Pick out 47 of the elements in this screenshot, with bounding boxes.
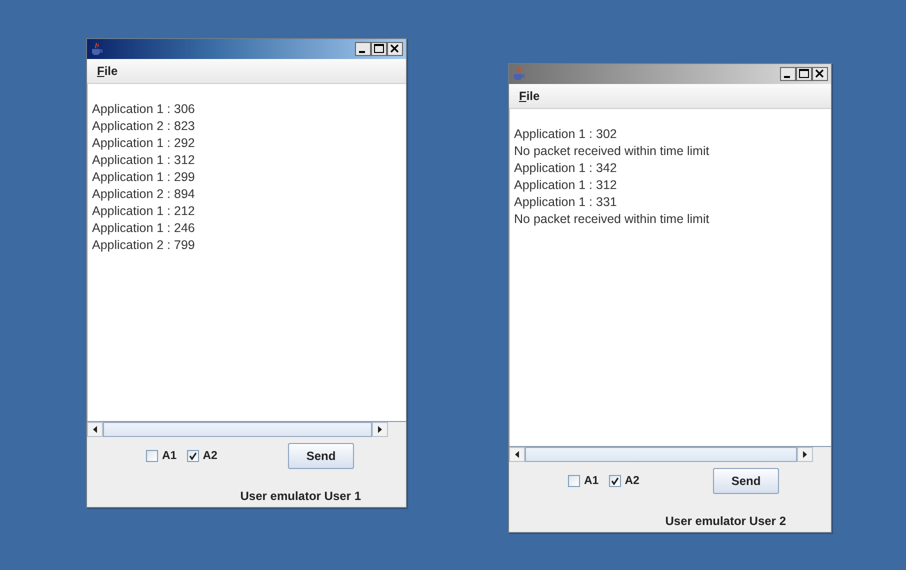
status-label: User emulator User 1 — [239, 489, 362, 503]
log-line: Application 1 : 302 — [514, 126, 618, 143]
checkbox[interactable] — [146, 450, 158, 462]
log-line: Application 1 : 342 — [514, 160, 618, 177]
checkbox[interactable] — [186, 450, 199, 462]
scroll-left-button[interactable] — [509, 447, 525, 462]
right-arrow-icon[interactable] — [378, 426, 382, 433]
log-line: Application 1 : 331 — [514, 194, 618, 211]
maximize-icon[interactable] — [796, 67, 812, 81]
checkbox-label[interactable]: A2 — [624, 475, 640, 487]
log-line: Application 1 : 312 — [92, 152, 196, 169]
log-line: Application 2 : 799 — [92, 237, 196, 254]
checkbox-label[interactable]: A1 — [584, 475, 599, 487]
coffee-cup-icon — [91, 42, 103, 56]
log-line: Application 2 : 823 — [92, 118, 196, 135]
close-icon[interactable] — [812, 67, 828, 81]
log-line: Application 2 : 894 — [92, 186, 196, 203]
log-line: No packet received within time limit — [514, 143, 710, 160]
minimize-icon[interactable] — [355, 42, 371, 56]
log-line: Application 1 : 292 — [92, 135, 196, 152]
checkbox[interactable] — [568, 475, 580, 487]
maximize-icon[interactable] — [371, 42, 387, 56]
right-arrow-icon[interactable] — [803, 451, 807, 458]
left-arrow-icon[interactable] — [93, 426, 97, 433]
log-line: Application 1 : 299 — [92, 169, 196, 186]
scroll-left-button[interactable] — [87, 422, 103, 437]
left-arrow-icon[interactable] — [515, 451, 519, 458]
scrollbar-thumb[interactable] — [103, 422, 372, 437]
log-line: Application 1 : 312 — [514, 177, 618, 194]
log-line: Application 1 : 212 — [92, 203, 196, 220]
log-line: Application 1 : 306 — [92, 101, 196, 118]
menu-item[interactable]: File — [517, 87, 542, 105]
send-button[interactable]: Send — [713, 468, 779, 494]
scroll-right-button[interactable] — [797, 447, 813, 462]
log-line: Application 1 : 246 — [92, 220, 196, 237]
scrollbar-thumb[interactable] — [525, 447, 797, 462]
status-label: User emulator User 2 — [664, 514, 787, 528]
coffee-cup-icon — [513, 67, 525, 81]
checkbox-label[interactable]: A2 — [202, 450, 218, 462]
checkbox-label[interactable]: A1 — [162, 450, 177, 462]
log-line: No packet received within time limit — [514, 211, 710, 228]
checkbox[interactable] — [608, 475, 621, 487]
send-button[interactable]: Send — [288, 443, 354, 469]
scroll-right-button[interactable] — [372, 422, 388, 437]
close-icon[interactable] — [387, 42, 403, 56]
minimize-icon[interactable] — [780, 67, 796, 81]
menu-item[interactable]: File — [95, 62, 120, 80]
